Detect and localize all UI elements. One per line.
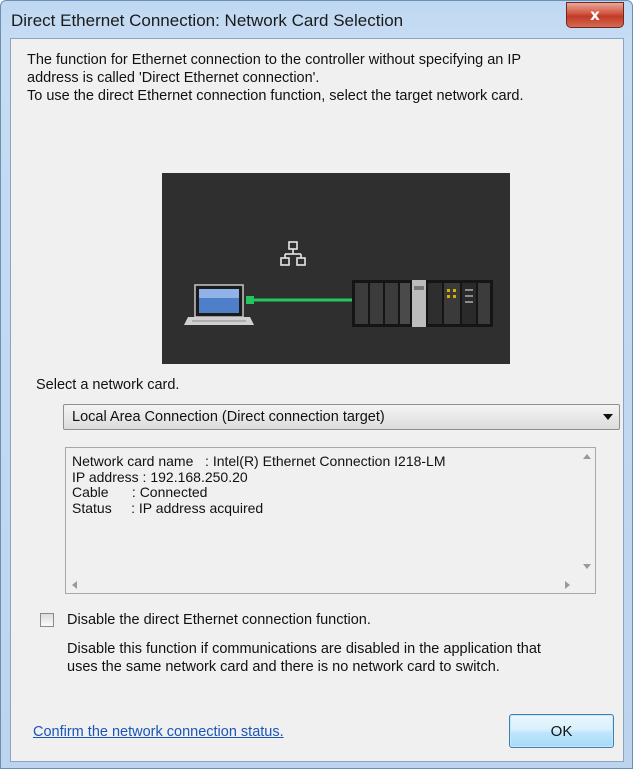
ok-button[interactable]: OK — [509, 714, 614, 748]
intro-text: The function for Ethernet connection to … — [27, 51, 617, 105]
connector-dot — [246, 296, 254, 304]
controller-icon — [352, 280, 493, 327]
disable-direct-connection-checkbox[interactable] — [40, 613, 54, 627]
vertical-scrollbar[interactable] — [578, 448, 595, 577]
close-icon: x — [590, 6, 600, 24]
description-line: Disable this function if communications … — [67, 641, 541, 657]
confirm-connection-status-link[interactable]: Confirm the network connection status. — [33, 724, 284, 740]
info-line: IP address : 192.168.250.20 — [72, 468, 248, 485]
intro-line: address is called 'Direct Ethernet conne… — [27, 70, 320, 86]
title-bar[interactable]: Direct Ethernet Connection: Network Card… — [1, 1, 632, 37]
dialog-window: Direct Ethernet Connection: Network Card… — [0, 0, 633, 769]
intro-line: To use the direct Ethernet connection fu… — [27, 88, 524, 104]
info-line: Network card name : Intel(R) Ethernet Co… — [72, 453, 446, 469]
scroll-up-icon[interactable] — [583, 454, 591, 459]
scroll-left-icon[interactable] — [72, 581, 77, 589]
window-title: Direct Ethernet Connection: Network Card… — [11, 11, 404, 30]
scroll-down-icon[interactable] — [583, 564, 591, 569]
intro-line: The function for Ethernet connection to … — [27, 52, 522, 68]
laptop-icon — [184, 284, 254, 325]
network-card-selected: Local Area Connection (Direct connection… — [72, 409, 385, 425]
description-line: uses the same network card and there is … — [67, 659, 500, 675]
horizontal-scrollbar[interactable] — [66, 576, 578, 593]
info-text: Network card name : Intel(R) Ethernet Co… — [72, 453, 446, 516]
network-card-select[interactable]: Local Area Connection (Direct connection… — [63, 404, 620, 430]
info-line: Status : IP address acquired — [72, 499, 264, 516]
connection-diagram — [162, 173, 510, 364]
close-button[interactable]: x — [566, 2, 624, 28]
disable-direct-connection-label[interactable]: Disable the direct Ethernet connection f… — [67, 612, 371, 628]
network-card-label: Select a network card. — [36, 377, 180, 393]
scroll-right-icon[interactable] — [565, 581, 570, 589]
disable-description: Disable this function if communications … — [67, 640, 617, 676]
info-line: Cable : Connected — [72, 484, 208, 500]
dialog-body: The function for Ethernet connection to … — [10, 38, 624, 762]
chevron-down-icon[interactable] — [603, 414, 613, 420]
network-icon — [280, 241, 306, 266]
network-card-info[interactable]: Network card name : Intel(R) Ethernet Co… — [65, 447, 596, 594]
